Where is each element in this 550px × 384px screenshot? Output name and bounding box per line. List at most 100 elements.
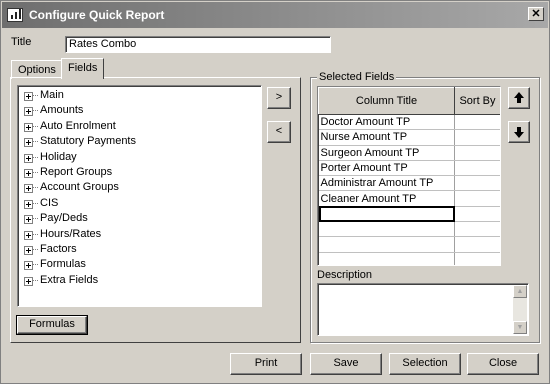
sort-by-cell[interactable] [454, 252, 500, 265]
tree-connector [33, 279, 38, 281]
tree-item[interactable]: Formulas [18, 257, 261, 272]
expand-plus-icon[interactable] [24, 153, 33, 163]
table-row[interactable] [318, 206, 500, 223]
selected-fields-grid[interactable]: Column Title Sort By Doctor Amount TP Nur… [317, 86, 501, 266]
selected-fields-label: Selected Fields [317, 71, 397, 83]
tree-item-label: Statutory Payments [40, 135, 136, 148]
tree-item[interactable]: Main [18, 88, 261, 103]
table-row[interactable]: Nurse Amount TP [318, 129, 500, 146]
table-row[interactable] [318, 221, 500, 238]
window-title: Configure Quick Report [29, 8, 165, 22]
tree-item[interactable]: CIS [18, 196, 261, 211]
tree-connector [33, 233, 38, 235]
column-title-cell[interactable] [318, 206, 455, 223]
tree-item-label: Main [40, 89, 64, 101]
tree-item-label: Auto Enrolment [40, 119, 116, 132]
sort-by-cell[interactable] [454, 236, 500, 253]
column-title-cell[interactable]: Porter Amount TP [318, 160, 455, 177]
sort-by-cell[interactable] [454, 160, 500, 177]
sort-by-cell[interactable] [454, 114, 500, 131]
column-title-cell[interactable]: Doctor Amount TP [318, 114, 455, 131]
tree-connector [33, 95, 38, 96]
tree-connector [33, 202, 38, 204]
column-title-cell[interactable]: Administrar Amount TP [318, 175, 455, 192]
tree-item[interactable]: Hours/Rates [18, 227, 261, 242]
arrow-down-icon [514, 127, 524, 138]
tree-item[interactable]: Amounts [18, 103, 261, 118]
tree-item[interactable]: Extra Fields [18, 273, 261, 288]
tree-item-label: Formulas [40, 258, 86, 271]
move-down-button[interactable] [508, 121, 530, 143]
close-icon[interactable]: ✕ [528, 7, 544, 21]
table-row[interactable]: Administrar Amount TP [318, 175, 500, 192]
tab-fields[interactable]: Fields [61, 58, 105, 79]
add-field-button[interactable]: > [267, 87, 291, 109]
expand-plus-icon[interactable] [24, 199, 33, 209]
tree-connector [33, 218, 38, 220]
remove-field-button[interactable]: < [267, 121, 291, 143]
table-row[interactable]: Cleaner Amount TP [318, 190, 500, 207]
save-button[interactable]: Save [310, 353, 382, 375]
expand-plus-icon[interactable] [24, 261, 33, 271]
fields-tree[interactable]: Main Amounts Auto Enrolment Statutory Payme… [17, 85, 262, 307]
close-button[interactable]: Close [467, 353, 539, 375]
expand-plus-icon[interactable] [24, 184, 33, 194]
description-field[interactable]: ▲ ▼ [317, 283, 529, 336]
table-row[interactable] [318, 252, 500, 265]
expand-plus-icon[interactable] [24, 215, 33, 225]
scroll-up-icon[interactable]: ▲ [513, 285, 527, 298]
expand-plus-icon[interactable] [24, 92, 33, 101]
tree-item-label: Account Groups [40, 181, 119, 194]
column-title-header[interactable]: Column Title [318, 87, 455, 115]
sort-by-header[interactable]: Sort By [454, 87, 500, 115]
print-button[interactable]: Print [230, 353, 302, 375]
tree-item[interactable]: Report Groups [18, 165, 261, 180]
tree-item[interactable]: Pay/Deds [18, 211, 261, 226]
tree-item[interactable]: Factors [18, 242, 261, 257]
table-row[interactable] [318, 236, 500, 253]
selection-button[interactable]: Selection [389, 353, 461, 375]
expand-plus-icon[interactable] [24, 138, 33, 148]
expand-plus-icon[interactable] [24, 107, 33, 117]
formulas-button[interactable]: Formulas [16, 315, 88, 335]
expand-plus-icon[interactable] [24, 230, 33, 240]
expand-plus-icon[interactable] [24, 168, 33, 178]
tree-connector [33, 110, 38, 112]
move-up-button[interactable] [508, 87, 530, 109]
description-scrollbar[interactable]: ▲ ▼ [513, 285, 527, 334]
column-title-cell[interactable] [318, 252, 455, 265]
tree-connector [33, 187, 38, 189]
sort-by-cell[interactable] [454, 221, 500, 238]
table-row[interactable]: Doctor Amount TP [318, 114, 500, 131]
tree-item-label: Pay/Deds [40, 212, 88, 225]
tree-item-label: Factors [40, 242, 77, 255]
sort-by-cell[interactable] [454, 190, 500, 207]
tree-item-label: Amounts [40, 104, 84, 117]
title-input[interactable]: Rates Combo [65, 36, 331, 53]
column-title-cell[interactable]: Nurse Amount TP [318, 129, 455, 146]
tree-connector [33, 125, 38, 127]
tree-item[interactable]: Holiday [18, 150, 261, 165]
description-label: Description [317, 269, 373, 281]
expand-plus-icon[interactable] [24, 276, 33, 286]
tree-connector [33, 171, 38, 173]
tree-item-label: Report Groups [40, 165, 113, 178]
tree-item[interactable]: Auto Enrolment [18, 119, 261, 134]
sort-by-cell[interactable] [454, 129, 500, 146]
column-title-cell[interactable] [318, 221, 455, 238]
scroll-down-icon[interactable]: ▼ [513, 321, 527, 334]
column-title-cell[interactable]: Cleaner Amount TP [318, 190, 455, 207]
table-row[interactable]: Porter Amount TP [318, 160, 500, 177]
column-title-cell[interactable]: Surgeon Amount TP [318, 145, 455, 161]
table-row[interactable]: Surgeon Amount TP [318, 145, 500, 161]
tree-item-label: CIS [40, 196, 59, 209]
tree-item[interactable]: Account Groups [18, 180, 261, 195]
column-title-cell[interactable] [318, 236, 455, 253]
sort-by-cell[interactable] [454, 206, 500, 223]
sort-by-cell[interactable] [454, 145, 500, 161]
expand-plus-icon[interactable] [24, 122, 33, 132]
tree-connector [33, 141, 38, 143]
expand-plus-icon[interactable] [24, 245, 33, 255]
sort-by-cell[interactable] [454, 175, 500, 192]
tree-item[interactable]: Statutory Payments [18, 134, 261, 149]
